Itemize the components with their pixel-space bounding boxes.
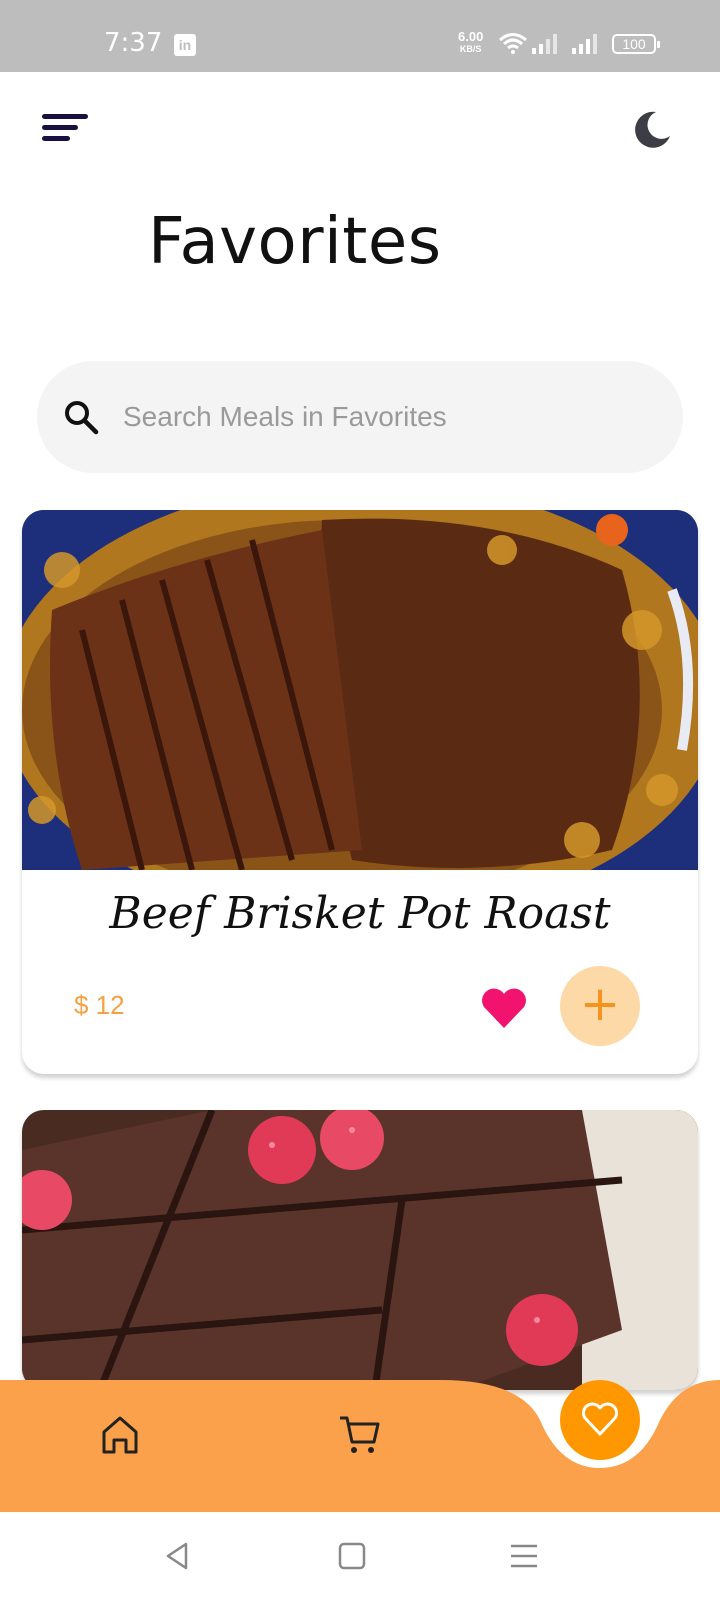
search-icon xyxy=(65,401,99,435)
meal-card[interactable] xyxy=(22,1110,698,1390)
home-square-icon[interactable] xyxy=(336,1540,368,1572)
meal-image[interactable] xyxy=(22,1110,698,1390)
search-input[interactable] xyxy=(123,391,643,443)
system-navigation-bar xyxy=(0,1512,720,1600)
wifi-icon xyxy=(499,33,527,54)
linkedin-icon: in xyxy=(174,34,196,56)
heart-outline-icon xyxy=(582,1402,618,1436)
meal-image[interactable] xyxy=(22,510,698,870)
back-icon[interactable] xyxy=(162,1540,194,1572)
moon-icon[interactable] xyxy=(630,108,674,152)
signal-icon-2 xyxy=(572,34,597,54)
meal-price: $ 12 xyxy=(74,990,125,1020)
heart-icon[interactable] xyxy=(480,986,528,1030)
add-to-cart-button[interactable]: + xyxy=(560,966,640,1046)
search-bar[interactable] xyxy=(37,361,683,473)
recents-icon[interactable] xyxy=(508,1540,540,1572)
meal-card[interactable]: Beef Brisket Pot Roast $ 12 + xyxy=(22,510,698,1074)
network-speed: 6.00 KB/S xyxy=(458,30,483,56)
meal-name: Beef Brisket Pot Roast xyxy=(109,888,611,939)
home-icon[interactable] xyxy=(98,1412,142,1456)
status-bar: 7:37 in 6.00 KB/S 100 xyxy=(0,0,720,72)
signal-icon xyxy=(532,34,557,54)
status-time: 7:37 xyxy=(104,28,163,58)
battery-indicator: 100 xyxy=(612,34,660,54)
favorites-nav-button[interactable] xyxy=(560,1380,640,1460)
cart-icon[interactable] xyxy=(338,1412,382,1456)
page-title: Favorites xyxy=(148,205,442,279)
bottom-navigation xyxy=(0,1380,720,1512)
menu-icon[interactable] xyxy=(42,114,90,144)
network-speed-unit: KB/S xyxy=(459,44,482,54)
network-speed-value: 6.00 xyxy=(458,29,484,44)
